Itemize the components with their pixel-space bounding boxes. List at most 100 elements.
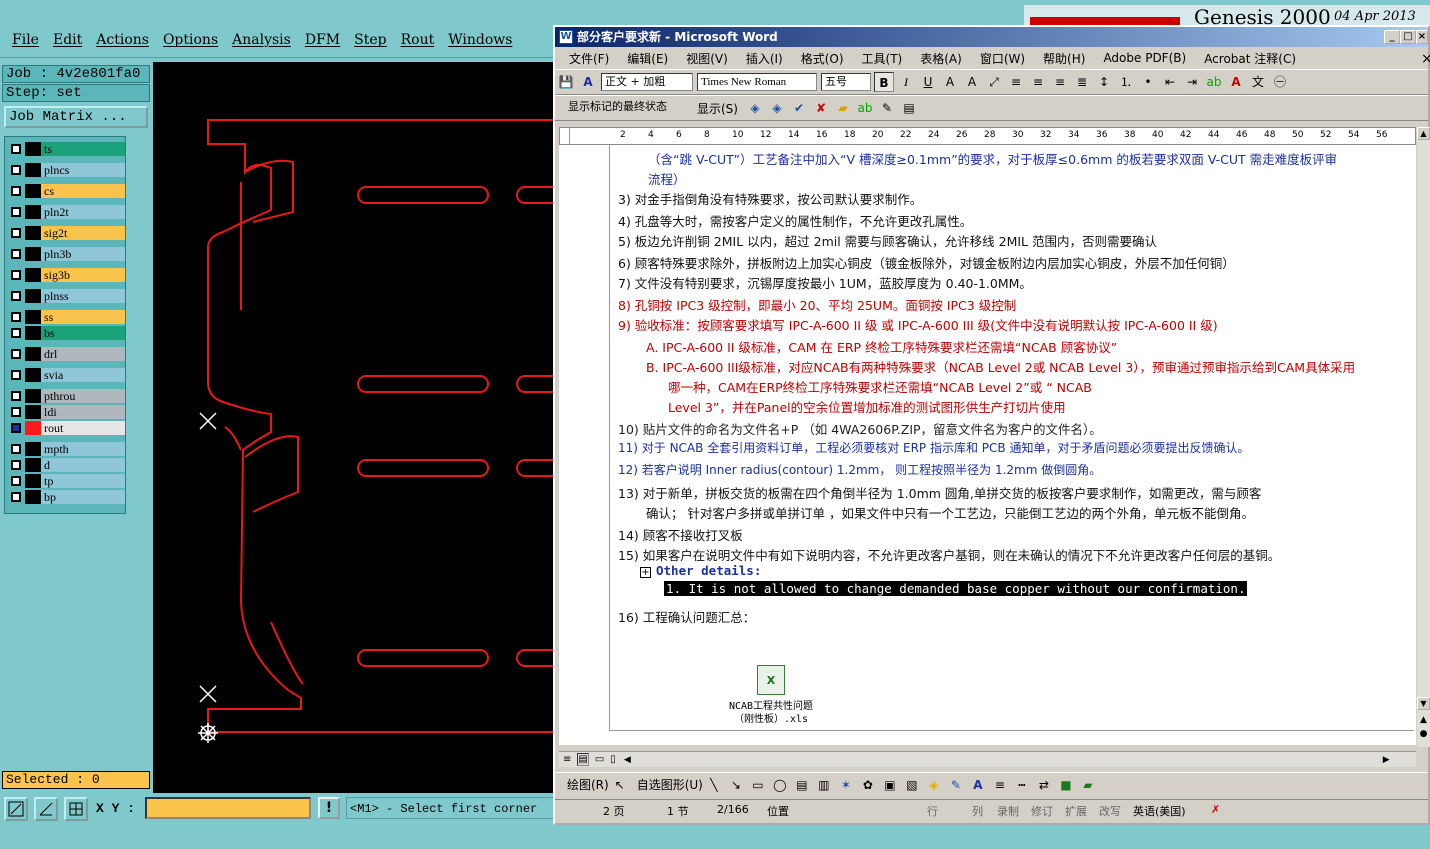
layer-color-swatch[interactable] <box>25 442 41 456</box>
scroll-right-icon[interactable]: ▶ <box>1383 755 1390 765</box>
measure-icon[interactable] <box>34 797 58 821</box>
layer-name[interactable]: cs <box>41 184 125 198</box>
accept-change-icon[interactable]: ✔ <box>789 98 809 118</box>
char-shading-icon[interactable]: A <box>962 72 982 92</box>
layer-checkbox[interactable] <box>11 312 21 322</box>
bold-button[interactable]: B <box>874 72 894 92</box>
layer-row-bp[interactable]: bp <box>7 489 125 505</box>
layer-row-ldi[interactable]: ldi <box>7 404 125 420</box>
word-menu-item[interactable]: 工具(T) <box>862 50 903 67</box>
command-button[interactable]: ! <box>318 797 340 819</box>
layer-row-mpth[interactable]: mpth <box>7 441 125 457</box>
normal-view-icon[interactable]: ≡ <box>563 754 571 765</box>
genesis-menu-actions[interactable]: Actions <box>96 32 149 48</box>
close-icon[interactable]: × <box>1416 30 1428 44</box>
layer-color-swatch[interactable] <box>25 226 41 240</box>
snap-grid-icon[interactable] <box>64 797 88 821</box>
word-menu-item[interactable]: 格式(O) <box>801 50 844 67</box>
layer-row-plncs[interactable]: plncs <box>7 162 125 178</box>
review-combo[interactable]: 显示标记的最终状态 <box>565 99 689 117</box>
clipart-icon[interactable]: ▣ <box>880 775 900 795</box>
reading-view-icon[interactable]: ▯ <box>610 754 616 765</box>
layer-checkbox[interactable] <box>11 144 21 154</box>
layer-color-swatch[interactable] <box>25 310 41 324</box>
line-color-icon[interactable]: ✎ <box>946 775 966 795</box>
minimize-icon[interactable]: _ <box>1384 30 1400 44</box>
select-pointer-icon[interactable]: ↖ <box>610 775 630 795</box>
layer-color-swatch[interactable] <box>25 347 41 361</box>
layer-name[interactable]: plncs <box>41 163 125 177</box>
layer-name[interactable]: sig3b <box>41 268 125 282</box>
layer-checkbox[interactable] <box>11 186 21 196</box>
status-rec[interactable]: 录制 <box>997 803 1019 819</box>
status-ext[interactable]: 扩展 <box>1065 803 1087 819</box>
layer-name[interactable]: rout <box>41 421 125 435</box>
layer-name[interactable]: drl <box>41 347 125 361</box>
layer-name[interactable]: bs <box>41 326 125 340</box>
layer-name[interactable]: d <box>41 458 125 472</box>
expand-toggle-icon[interactable]: + <box>640 567 651 578</box>
layer-checkbox[interactable] <box>11 476 21 486</box>
font-color-icon[interactable]: A <box>1226 72 1246 92</box>
draw-font-color-icon[interactable]: A <box>968 775 988 795</box>
line-spacing-icon[interactable]: ↕ <box>1094 72 1114 92</box>
layer-checkbox[interactable] <box>11 228 21 238</box>
enclose-char-icon[interactable]: ㊀ <box>1270 72 1290 92</box>
dash-style-icon[interactable]: ┅ <box>1012 775 1032 795</box>
prev-page-icon[interactable]: ▲ <box>1417 715 1430 728</box>
oval-icon[interactable]: ◯ <box>770 775 790 795</box>
textbox-icon[interactable]: ▤ <box>792 775 812 795</box>
word-menu-item[interactable]: 插入(I) <box>746 50 783 67</box>
char-border-icon[interactable]: A <box>940 72 960 92</box>
layer-checkbox[interactable] <box>11 391 21 401</box>
xy-input[interactable] <box>145 797 311 819</box>
numbering-icon[interactable]: ⒈ <box>1116 72 1136 92</box>
genesis-menu-rout[interactable]: Rout <box>401 32 435 48</box>
justify-icon[interactable]: ≣ <box>1072 72 1092 92</box>
scroll-left-icon[interactable]: ◀ <box>624 755 631 765</box>
layer-name[interactable]: pthrou <box>41 389 125 403</box>
layer-color-swatch[interactable] <box>25 326 41 340</box>
highlight-icon[interactable]: ab <box>1204 72 1224 92</box>
italic-button[interactable]: I <box>896 72 916 92</box>
show-button[interactable]: 显示(S) <box>697 100 738 117</box>
layer-name[interactable]: plnss <box>41 289 125 303</box>
layer-row-rout[interactable]: rout <box>7 420 125 436</box>
layer-color-swatch[interactable] <box>25 474 41 488</box>
layer-checkbox[interactable] <box>11 492 21 502</box>
ruler[interactable]: 2 4 6 8 10 12 14 16 18 20 22 24 26 28 30 32 34 36 38 40 42 44… <box>559 127 1416 145</box>
word-menu-item[interactable]: 编辑(E) <box>627 50 668 67</box>
layer-checkbox[interactable] <box>11 291 21 301</box>
layer-name[interactable]: ts <box>41 142 125 156</box>
3d-icon[interactable]: ▰ <box>1078 775 1098 795</box>
layer-row-pln2t[interactable]: pln2t <box>7 204 125 220</box>
genesis-menu-options[interactable]: Options <box>163 32 218 48</box>
layer-checkbox[interactable] <box>11 207 21 217</box>
save-icon[interactable]: 💾 <box>556 72 576 92</box>
genesis-menu-dfm[interactable]: DFM <box>305 32 340 48</box>
layer-row-bs[interactable]: bs <box>7 325 125 341</box>
align-center-icon[interactable]: ≡ <box>1028 72 1048 92</box>
layer-color-swatch[interactable] <box>25 142 41 156</box>
outline-view-icon[interactable]: ▭ <box>595 754 604 765</box>
zoom-window-icon[interactable] <box>4 797 28 821</box>
draw-menu[interactable]: 绘图(R) <box>567 776 609 793</box>
genesis-menu-step[interactable]: Step <box>354 32 386 48</box>
layer-checkbox[interactable] <box>11 165 21 175</box>
spelling-status-icon[interactable]: ✗ <box>1211 803 1220 816</box>
track-changes-icon[interactable]: ✎ <box>877 98 897 118</box>
char-scale-icon[interactable]: ⤢ <box>984 72 1004 92</box>
job-matrix-button[interactable]: Job Matrix ... <box>4 106 148 128</box>
layer-row-drl[interactable]: drl <box>7 346 125 362</box>
layer-checkbox[interactable] <box>11 460 21 470</box>
layer-name[interactable]: pln3b <box>41 247 125 261</box>
doc-close-icon[interactable]: × <box>1421 51 1430 67</box>
scroll-up-icon[interactable]: ▲ <box>1417 127 1430 140</box>
layer-checkbox[interactable] <box>11 423 21 433</box>
layer-row-tp[interactable]: tp <box>7 473 125 489</box>
insert-comment-icon[interactable]: ▰ <box>833 98 853 118</box>
genesis-menu-file[interactable]: File <box>12 32 39 48</box>
layer-checkbox[interactable] <box>11 249 21 259</box>
word-menu-item[interactable]: 帮助(H) <box>1043 50 1085 67</box>
word-menu-item[interactable]: 文件(F) <box>569 50 609 67</box>
